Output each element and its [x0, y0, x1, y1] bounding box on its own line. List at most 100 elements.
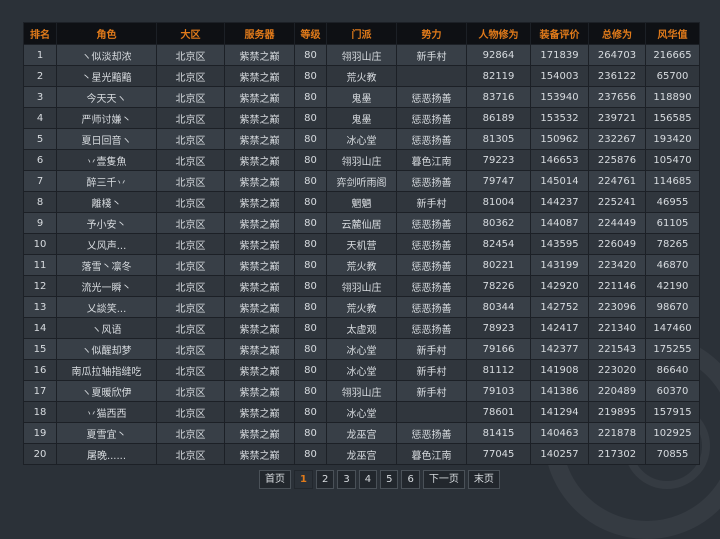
cell-server: 紫禁之巅: [224, 275, 295, 297]
cell-level: 80: [294, 149, 327, 171]
cell-character[interactable]: 乂风声...: [56, 233, 157, 255]
cell-rank: 10: [23, 233, 57, 255]
header-character-cultivation[interactable]: 人物修为: [466, 22, 531, 45]
cell-server: 紫禁之巅: [224, 128, 295, 150]
table-row: 4 严师讨嫌丶 北京区 紫禁之巅 80 鬼墨 惩恶扬善 86189 153532 239721 15…: [23, 107, 700, 129]
table-row: 19 夏雪宜丶 北京区 紫禁之巅 80 龙巫宫 惩恶扬善 81415 140463 221878 1…: [23, 422, 700, 444]
cell-character-cultivation: 79747: [466, 170, 531, 192]
cell-elegance-value: 216665: [645, 44, 700, 66]
cell-sect: 太虚观: [326, 317, 397, 339]
cell-level: 80: [294, 338, 327, 360]
cell-character[interactable]: 夏雪宜丶: [56, 422, 157, 444]
cell-character[interactable]: ヽ似淡却浓: [56, 44, 157, 66]
cell-total-cultivation: 221146: [588, 275, 646, 297]
cell-character[interactable]: 離棧丶: [56, 191, 157, 213]
cell-server: 紫禁之巅: [224, 86, 295, 108]
pagination-page-6[interactable]: 6: [401, 470, 420, 489]
cell-level: 80: [294, 212, 327, 234]
cell-character[interactable]: ヽ风语: [56, 317, 157, 339]
cell-total-cultivation: 221340: [588, 317, 646, 339]
cell-server: 紫禁之巅: [224, 401, 295, 423]
cell-server: 紫禁之巅: [224, 359, 295, 381]
header-server[interactable]: 服务器: [224, 22, 295, 45]
cell-elegance-value: 114685: [645, 170, 700, 192]
pagination-page-1[interactable]: 1: [294, 470, 313, 489]
cell-elegance-value: 65700: [645, 65, 700, 87]
pagination-next-button[interactable]: 下一页: [422, 470, 465, 489]
header-level[interactable]: 等级: [294, 22, 327, 45]
cell-server: 紫禁之巅: [224, 107, 295, 129]
header-rank[interactable]: 排名: [23, 22, 57, 45]
cell-character[interactable]: 乂談笑...: [56, 296, 157, 318]
cell-faction: 惩恶扬善: [396, 170, 467, 192]
cell-sect: 翎羽山庄: [326, 380, 397, 402]
cell-rank: 20: [23, 443, 57, 465]
cell-server: 紫禁之巅: [224, 65, 295, 87]
cell-character[interactable]: 丷猫西西: [56, 401, 157, 423]
cell-character[interactable]: 醉三千丷: [56, 170, 157, 192]
cell-rank: 6: [23, 149, 57, 171]
cell-character[interactable]: 南瓜拉轴指缝吃: [56, 359, 157, 381]
cell-region: 北京区: [156, 191, 225, 213]
header-elegance-value[interactable]: 风华值: [645, 22, 700, 45]
cell-character[interactable]: 严师讨嫌丶: [56, 107, 157, 129]
cell-sect: 魍魉: [326, 191, 397, 213]
table-row: 11 落雪丶凛冬 北京区 紫禁之巅 80 荒火教 惩恶扬善 80221 143199 223420…: [23, 254, 700, 276]
cell-region: 北京区: [156, 401, 225, 423]
cell-total-cultivation: 226049: [588, 233, 646, 255]
cell-level: 80: [294, 65, 327, 87]
cell-region: 北京区: [156, 149, 225, 171]
cell-faction: 惩恶扬善: [396, 254, 467, 276]
cell-region: 北京区: [156, 170, 225, 192]
cell-character[interactable]: ヽ夏暖欣伊: [56, 380, 157, 402]
cell-server: 紫禁之巅: [224, 254, 295, 276]
cell-character[interactable]: 流光一瞬丶: [56, 275, 157, 297]
cell-character[interactable]: 今天天ヽ: [56, 86, 157, 108]
cell-sect: 翎羽山庄: [326, 149, 397, 171]
cell-sect: 荒火教: [326, 254, 397, 276]
pagination-page-3[interactable]: 3: [337, 470, 356, 489]
cell-region: 北京区: [156, 359, 225, 381]
cell-faction: 惩恶扬善: [396, 233, 467, 255]
pagination-page-4[interactable]: 4: [358, 470, 378, 489]
cell-rank: 4: [23, 107, 57, 129]
cell-character[interactable]: 屠晚......: [56, 443, 157, 465]
table-row: 5 夏日回音ヽ 北京区 紫禁之巅 80 冰心堂 惩恶扬善 81305 150962 232267 1…: [23, 128, 700, 150]
cell-character[interactable]: 丶星光黯黯: [56, 65, 157, 87]
header-faction[interactable]: 势力: [396, 22, 467, 45]
cell-equipment-rating: 154003: [530, 65, 589, 87]
header-sect[interactable]: 门派: [326, 22, 397, 45]
cell-elegance-value: 46955: [645, 191, 700, 213]
cell-region: 北京区: [156, 275, 225, 297]
table-row: 13 乂談笑... 北京区 紫禁之巅 80 荒火教 惩恶扬善 80344 142752 22309…: [23, 296, 700, 318]
cell-character[interactable]: 予小安丶: [56, 212, 157, 234]
cell-server: 紫禁之巅: [224, 338, 295, 360]
cell-elegance-value: 61105: [645, 212, 700, 234]
cell-character[interactable]: 丷壹隻魚: [56, 149, 157, 171]
cell-sect: 鬼墨: [326, 107, 397, 129]
pagination-page-5[interactable]: 5: [380, 470, 399, 489]
cell-character[interactable]: ヽ似醒却梦: [56, 338, 157, 360]
cell-character-cultivation: 81415: [466, 422, 531, 444]
cell-equipment-rating: 146653: [530, 149, 589, 171]
cell-character[interactable]: 落雪丶凛冬: [56, 254, 157, 276]
cell-sect: 冰心堂: [326, 401, 397, 423]
cell-total-cultivation: 223096: [588, 296, 646, 318]
cell-level: 80: [294, 254, 327, 276]
header-total-cultivation[interactable]: 总修为: [588, 22, 646, 45]
cell-equipment-rating: 153532: [530, 107, 589, 129]
pagination-first-button[interactable]: 首页: [259, 470, 291, 489]
cell-elegance-value: 60370: [645, 380, 700, 402]
cell-character-cultivation: 77045: [466, 443, 531, 465]
pagination-last-button[interactable]: 末页: [467, 470, 500, 489]
header-region[interactable]: 大区: [156, 22, 225, 45]
cell-character[interactable]: 夏日回音ヽ: [56, 128, 157, 150]
cell-rank: 3: [23, 86, 57, 108]
header-character[interactable]: 角色: [56, 22, 157, 45]
pagination-page-2[interactable]: 2: [315, 470, 335, 489]
header-equipment-rating[interactable]: 装备评价: [530, 22, 589, 45]
cell-region: 北京区: [156, 86, 225, 108]
cell-total-cultivation: 264703: [588, 44, 646, 66]
cell-total-cultivation: 236122: [588, 65, 646, 87]
cell-equipment-rating: 140463: [530, 422, 589, 444]
